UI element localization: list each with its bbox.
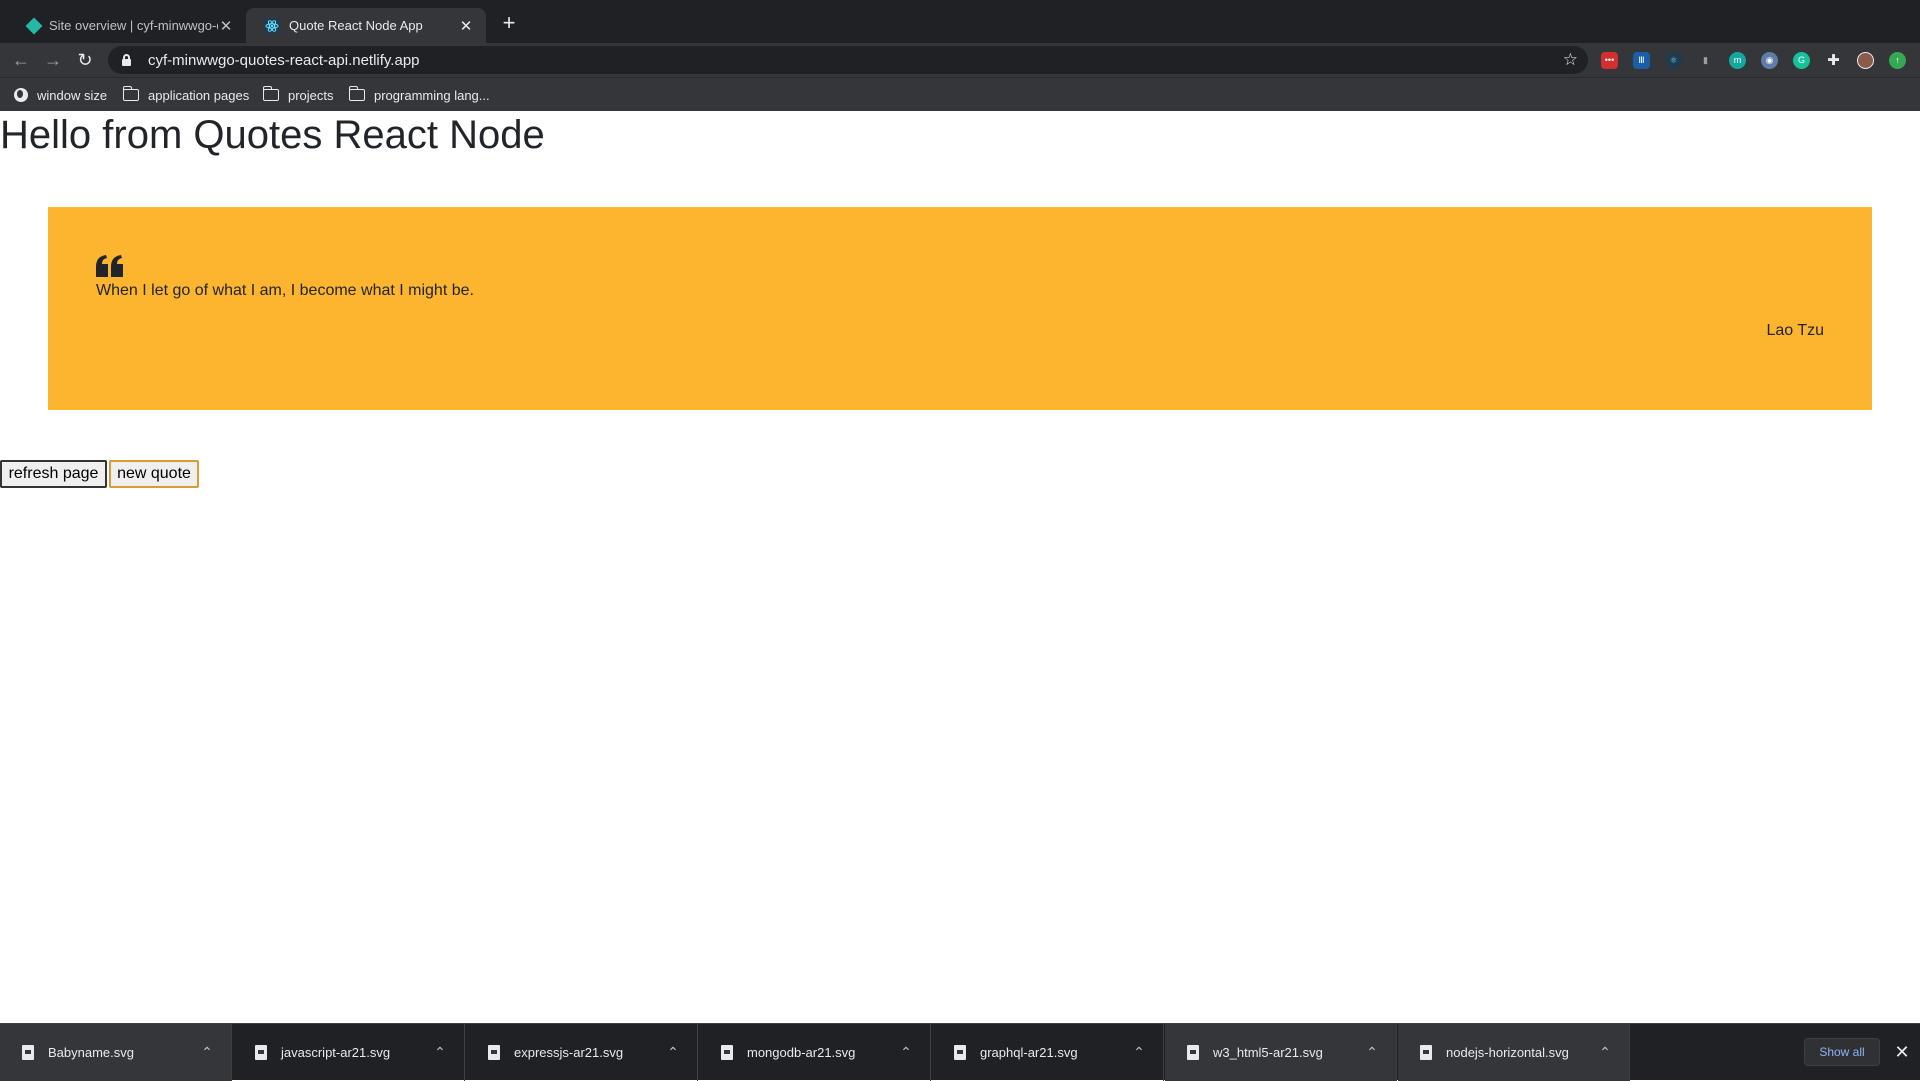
download-shelf: Babyname.svg ⌃ javascript-ar21.svg ⌃ exp… <box>0 1023 1920 1081</box>
file-icon <box>1420 1045 1432 1060</box>
react-favicon-icon <box>264 17 280 34</box>
download-item[interactable]: expressjs-ar21.svg ⌃ <box>466 1024 698 1081</box>
download-item[interactable]: nodejs-horizontal.svg ⌃ <box>1398 1024 1630 1081</box>
tab-title: Quote React Node App <box>289 18 423 33</box>
file-icon <box>721 1045 733 1060</box>
quote-author: Lao Tzu <box>1766 322 1824 339</box>
puzzle-extensions-icon[interactable]: ✚ <box>1825 52 1842 69</box>
quote-mark-icon <box>96 255 123 277</box>
globe-icon <box>14 88 28 102</box>
download-filename: mongodb-ar21.svg <box>747 1045 856 1060</box>
m-icon[interactable]: m <box>1729 52 1746 69</box>
browser-toolbar: ← → ↻ cyf-minwwgo-quotes-react-api.netli… <box>0 43 1920 77</box>
bookmark-star-icon[interactable]: ☆ <box>1563 50 1578 70</box>
grammarly-icon[interactable]: G <box>1793 52 1810 69</box>
netlify-favicon-icon <box>25 17 43 34</box>
folder-icon <box>262 86 279 101</box>
forward-arrow-icon[interactable]: → <box>42 49 64 71</box>
tally-icon[interactable]: Ⅲ <box>1633 52 1650 69</box>
bookmark-application-pages[interactable]: application pages <box>122 85 250 105</box>
update-icon[interactable]: ↑ <box>1889 52 1906 69</box>
page-content: Hello from Quotes React Node When I let … <box>0 111 1920 1023</box>
url-text[interactable]: cyf-minwwgo-quotes-react-api.netlify.app <box>148 52 1563 69</box>
folder-icon <box>122 86 139 101</box>
privacy-badger-icon[interactable]: ◉ <box>1761 52 1778 69</box>
chevron-up-icon[interactable]: ⌃ <box>199 1044 215 1061</box>
folder-icon <box>348 86 365 101</box>
bookmark-label: application pages <box>148 87 250 103</box>
file-icon <box>255 1045 267 1060</box>
bookmarks-bar: window size application pages projects p… <box>0 77 1920 111</box>
lock-icon[interactable] <box>120 54 132 66</box>
bookmark-projects[interactable]: projects <box>262 85 334 105</box>
tab-title: Site overview | cyf-minwwgo-q <box>49 18 218 33</box>
reload-icon[interactable]: ↻ <box>74 49 96 71</box>
download-filename: graphql-ar21.svg <box>980 1045 1078 1060</box>
file-icon <box>22 1045 34 1060</box>
lastpass-icon[interactable]: ••• <box>1601 52 1618 69</box>
chevron-up-icon[interactable]: ⌃ <box>1131 1044 1147 1061</box>
close-icon[interactable]: ✕ <box>458 18 474 35</box>
close-icon[interactable]: ✕ <box>218 18 234 35</box>
bookmark-window-size[interactable]: window size <box>14 85 107 105</box>
new-quote-button[interactable]: new quote <box>109 460 199 488</box>
quote-card: When I let go of what I am, I become wha… <box>48 207 1872 410</box>
tab-site-overview[interactable]: Site overview | cyf-minwwgo-q ✕ <box>8 8 246 43</box>
chevron-up-icon[interactable]: ⌃ <box>1597 1044 1613 1061</box>
page-title: Hello from Quotes React Node <box>0 113 545 157</box>
refresh-page-button[interactable]: refresh page <box>0 460 107 488</box>
quote-text: When I let go of what I am, I become wha… <box>96 282 474 299</box>
address-bar[interactable]: cyf-minwwgo-quotes-react-api.netlify.app… <box>108 46 1588 74</box>
back-arrow-icon[interactable]: ← <box>10 49 32 71</box>
tab-quote-react-node-app[interactable]: Quote React Node App ✕ <box>246 8 486 43</box>
bookmark-label: window size <box>37 87 108 103</box>
file-icon <box>954 1045 966 1060</box>
chevron-up-icon[interactable]: ⌃ <box>432 1044 448 1061</box>
chevron-up-icon[interactable]: ⌃ <box>898 1044 914 1061</box>
new-tab-button[interactable]: + <box>498 12 520 34</box>
mouse-icon[interactable]: ▮ <box>1697 52 1714 69</box>
download-item[interactable]: w3_html5-ar21.svg ⌃ <box>1165 1024 1397 1081</box>
download-filename: Babyname.svg <box>48 1045 134 1060</box>
bookmark-label: projects <box>288 87 334 103</box>
show-all-downloads-button[interactable]: Show all <box>1804 1038 1880 1066</box>
download-filename: expressjs-ar21.svg <box>514 1045 624 1060</box>
chevron-up-icon[interactable]: ⌃ <box>1364 1044 1380 1061</box>
download-filename: javascript-ar21.svg <box>281 1045 391 1060</box>
download-item[interactable]: mongodb-ar21.svg ⌃ <box>699 1024 931 1081</box>
download-filename: nodejs-horizontal.svg <box>1446 1045 1569 1060</box>
profile-avatar[interactable] <box>1857 52 1874 69</box>
file-icon <box>488 1045 500 1060</box>
download-filename: w3_html5-ar21.svg <box>1213 1045 1323 1060</box>
chevron-up-icon[interactable]: ⌃ <box>665 1044 681 1061</box>
download-item[interactable]: graphql-ar21.svg ⌃ <box>932 1024 1164 1081</box>
file-icon <box>1187 1045 1199 1060</box>
bookmark-label: programming lang... <box>374 87 490 103</box>
bookmark-programming-lang[interactable]: programming lang... <box>348 85 490 105</box>
tab-strip: Site overview | cyf-minwwgo-q ✕ Quote Re… <box>0 0 1920 43</box>
download-item[interactable]: Babyname.svg ⌃ <box>0 1024 232 1081</box>
download-item[interactable]: javascript-ar21.svg ⌃ <box>233 1024 465 1081</box>
react-devtools-icon[interactable]: ⚛ <box>1665 52 1682 69</box>
close-icon[interactable]: ✕ <box>1892 1040 1912 1064</box>
